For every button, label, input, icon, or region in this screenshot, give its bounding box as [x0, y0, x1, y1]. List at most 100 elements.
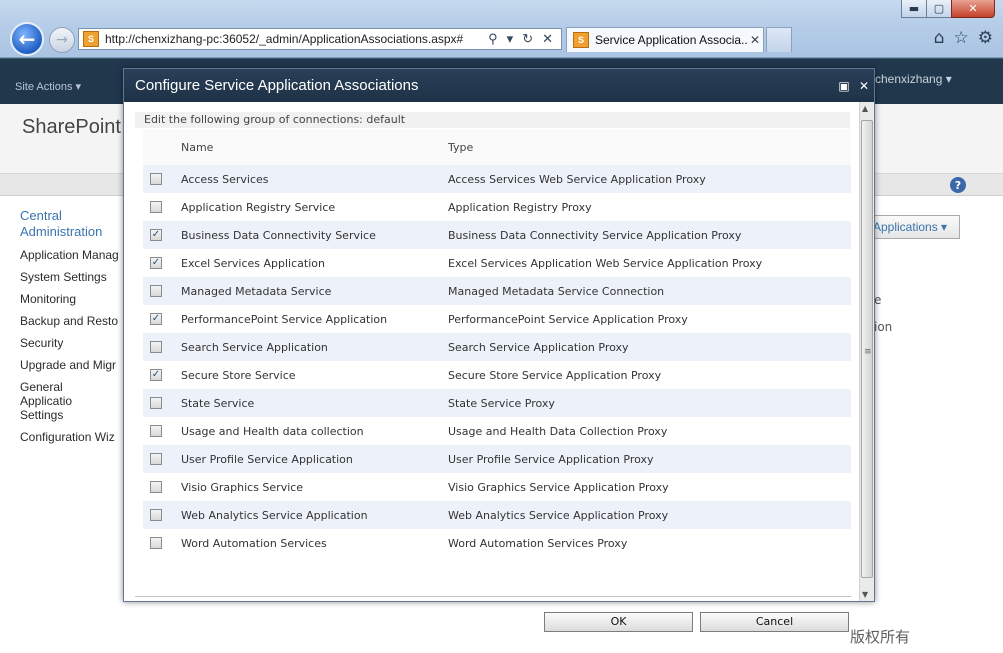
table-row[interactable]: User Profile Service Application User Pro… — [143, 445, 851, 473]
service-name: PerformancePoint Service Application — [181, 312, 388, 326]
checkbox-unchecked[interactable] — [150, 173, 162, 185]
browser-tab-active[interactable]: S Service Application Associa... ✕ — [566, 27, 764, 52]
forward-button[interactable]: → — [49, 27, 75, 53]
service-name: Search Service Application — [181, 340, 328, 354]
checkbox-unchecked[interactable] — [150, 453, 162, 465]
checkbox-unchecked[interactable] — [150, 425, 162, 437]
service-type: User Profile Service Application Proxy — [448, 452, 654, 466]
table-row[interactable]: Search Service Application Search Service… — [143, 333, 851, 361]
associations-table: Name Type Access Services Access Services… — [143, 129, 851, 557]
stop-icon[interactable]: ✕ — [542, 31, 553, 47]
back-button[interactable]: ← — [10, 22, 44, 56]
dialog-divider — [135, 596, 851, 597]
site-actions-menu[interactable]: Site Actions ▾ — [15, 80, 81, 93]
cancel-button[interactable]: Cancel — [700, 612, 849, 632]
table-row[interactable]: Application Registry Service Application … — [143, 193, 851, 221]
configure-associations-dialog: Configure Service Application Associatio… — [123, 68, 875, 632]
dropdown-icon[interactable]: ▾ — [507, 31, 514, 47]
service-type: Visio Graphics Service Application Proxy — [448, 480, 669, 494]
forward-arrow-icon: → — [56, 32, 68, 48]
checkbox-unchecked[interactable] — [150, 201, 162, 213]
table-row[interactable]: Web Analytics Service Application Web Ana… — [143, 501, 851, 529]
dialog-scrollbar[interactable]: ▲ ≡ ▼ — [859, 102, 874, 601]
quick-launch-item[interactable]: Configuration Wiz — [20, 430, 130, 444]
service-name: Secure Store Service — [181, 368, 296, 382]
quick-launch-item[interactable]: Monitoring — [20, 292, 130, 306]
quick-launch-heading[interactable]: Central Administration — [20, 208, 130, 240]
search-icon[interactable]: ⚲ — [488, 31, 498, 47]
watermark: 版权所有 — [850, 628, 911, 646]
applications-button[interactable]: Applications ▾ — [866, 215, 960, 239]
scroll-up-icon[interactable]: ▲ — [862, 104, 868, 113]
checkbox-checked[interactable]: ✓ — [150, 257, 162, 269]
table-row[interactable]: State Service State Service Proxy — [143, 389, 851, 417]
service-type: Secure Store Service Application Proxy — [448, 368, 662, 382]
new-tab-button[interactable] — [766, 27, 792, 52]
scrollbar-thumb[interactable]: ≡ — [861, 120, 873, 578]
checkbox-unchecked[interactable] — [150, 509, 162, 521]
quick-launch: Central Administration Application Manag… — [20, 208, 130, 452]
quick-launch-item[interactable]: Application Manag — [20, 248, 130, 262]
table-row[interactable]: Access Services Access Services Web Servi… — [143, 165, 851, 193]
checkbox-unchecked[interactable] — [150, 537, 162, 549]
close-window-button[interactable]: ✕ — [951, 0, 995, 18]
checkbox-checked[interactable]: ✓ — [150, 313, 162, 325]
service-name: User Profile Service Application — [181, 452, 353, 466]
tab-close-icon[interactable]: ✕ — [747, 33, 763, 47]
service-name: Business Data Connectivity Service — [181, 228, 376, 242]
ok-button[interactable]: OK — [544, 612, 693, 632]
service-name: Word Automation Services — [181, 536, 327, 550]
service-type: Search Service Application Proxy — [448, 340, 629, 354]
address-url[interactable]: http://chenxizhang-pc:36052/_admin/Appli… — [105, 32, 488, 46]
quick-launch-item[interactable]: General Applicatio Settings — [20, 380, 115, 422]
table-row[interactable]: ✓ Business Data Connectivity Service Busin… — [143, 221, 851, 249]
name-column-header: Name — [181, 140, 214, 154]
dialog-content: Edit the following group of connections:… — [125, 102, 858, 632]
table-row[interactable]: ✓ Secure Store Service Secure Store Servic… — [143, 361, 851, 389]
type-column-header: Type — [448, 140, 474, 154]
table-row[interactable]: ✓ PerformancePoint Service Application Per… — [143, 305, 851, 333]
table-row[interactable]: Visio Graphics Service Visio Graphics Ser… — [143, 473, 851, 501]
table-header: Name Type — [143, 129, 851, 165]
checkbox-unchecked[interactable] — [150, 285, 162, 297]
refresh-icon[interactable]: ↻ — [522, 31, 533, 47]
maximize-button[interactable]: ▢ — [926, 0, 952, 18]
background-text-fragment: ion — [874, 320, 893, 334]
window-controls: ▬ ▢ ✕ — [901, 0, 995, 18]
quick-launch-item[interactable]: System Settings — [20, 270, 130, 284]
maximize-dialog-icon[interactable]: ▣ — [834, 79, 854, 93]
tab-favicon-icon: S — [573, 32, 589, 48]
checkbox-unchecked[interactable] — [150, 397, 162, 409]
quick-launch-item[interactable]: Security — [20, 336, 130, 350]
checkbox-unchecked[interactable] — [150, 341, 162, 353]
service-type: Access Services Web Service Application … — [448, 172, 706, 186]
checkbox-checked[interactable]: ✓ — [150, 229, 162, 241]
table-row[interactable]: Word Automation Services Word Automation … — [143, 529, 851, 557]
service-type: Web Analytics Service Application Proxy — [448, 508, 669, 522]
service-type: Word Automation Services Proxy — [448, 536, 628, 550]
table-row[interactable]: ✓ Excel Services Application Excel Service… — [143, 249, 851, 277]
grip-icon: ≡ — [864, 347, 872, 357]
dialog-title: Configure Service Application Associatio… — [135, 77, 419, 94]
quick-launch-item[interactable]: Upgrade and Migr — [20, 358, 130, 372]
home-icon[interactable]: ⌂ — [934, 28, 945, 48]
sharepoint-logo: SharePoint — [22, 116, 121, 138]
quick-launch-item[interactable]: Backup and Resto — [20, 314, 130, 328]
close-dialog-icon[interactable]: ✕ — [854, 79, 874, 93]
checkbox-unchecked[interactable] — [150, 481, 162, 493]
address-bar[interactable]: S http://chenxizhang-pc:36052/_admin/App… — [78, 28, 562, 50]
service-name: Usage and Health data collection — [181, 424, 364, 438]
help-icon[interactable]: ? — [950, 177, 966, 193]
service-type: Managed Metadata Service Connection — [448, 284, 665, 298]
minimize-button[interactable]: ▬ — [901, 0, 927, 18]
table-row[interactable]: Managed Metadata Service Managed Metadata… — [143, 277, 851, 305]
gear-icon[interactable]: ⚙ — [978, 28, 993, 48]
instruction-text: Edit the following group of connections:… — [135, 112, 850, 128]
scroll-down-icon[interactable]: ▼ — [862, 590, 868, 599]
checkbox-checked[interactable]: ✓ — [150, 369, 162, 381]
favorites-star-icon[interactable]: ☆ — [954, 28, 969, 48]
user-menu[interactable]: chenxizhang ▾ — [875, 72, 952, 86]
table-row[interactable]: Usage and Health data collection Usage an… — [143, 417, 851, 445]
browser-chrome: ▬ ▢ ✕ ← → S http://chenxizhang-pc:36052/… — [0, 0, 1003, 58]
service-name: Web Analytics Service Application — [181, 508, 368, 522]
